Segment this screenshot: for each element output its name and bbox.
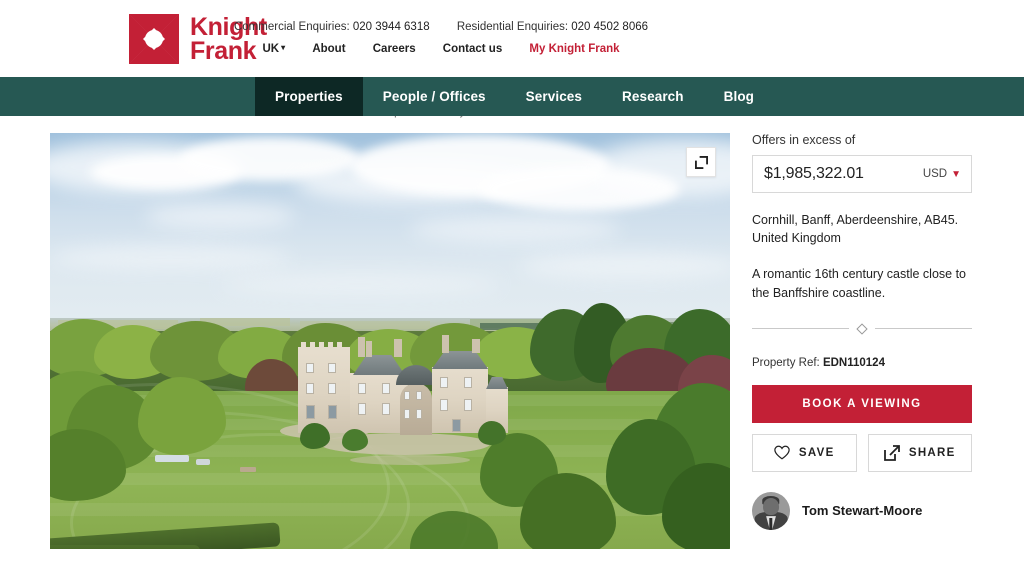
listing-agent[interactable]: Tom Stewart-Moore xyxy=(752,491,972,530)
share-button[interactable]: SHARE xyxy=(867,433,972,472)
chevron-down-icon: ▾ xyxy=(281,43,286,52)
property-gallery[interactable] xyxy=(50,133,730,549)
external-link-icon xyxy=(883,444,900,461)
nav-item-services[interactable]: Services xyxy=(506,77,602,116)
chevron-down-icon: ▼ xyxy=(951,168,961,180)
divider-line-left xyxy=(752,328,849,330)
avatar-tie xyxy=(769,517,773,530)
property-description: A romantic 16th century castle close to … xyxy=(752,267,966,300)
property-ref-value: EDN110124 xyxy=(822,356,885,369)
expand-gallery-button[interactable] xyxy=(686,147,716,177)
property-ref-label: Property Ref: xyxy=(752,356,820,369)
address-line-1: Cornhill, Banff, Aberdeenshire, AB45. xyxy=(752,213,959,227)
currency-selector[interactable]: USD ▼ xyxy=(923,168,961,180)
avatar-head xyxy=(763,497,779,515)
diamond-icon xyxy=(856,323,868,335)
nav-item-properties[interactable]: Properties xyxy=(255,77,363,116)
property-hero-photo xyxy=(50,133,730,549)
contact-enquiries-row: Commercial Enquiries: 020 3944 6318 Resi… xyxy=(0,21,1024,33)
commercial-enquiries: Commercial Enquiries: 020 3944 6318 xyxy=(234,21,430,33)
photo-castle xyxy=(296,329,508,441)
nav-item-research[interactable]: Research xyxy=(602,77,704,116)
save-label: SAVE xyxy=(798,446,835,459)
utility-link-region[interactable]: UK ▾ xyxy=(262,43,285,55)
residential-enquiries-number[interactable]: 020 4502 8066 xyxy=(571,21,648,33)
divider-line-right xyxy=(875,328,972,330)
commercial-enquiries-number[interactable]: 020 3944 6318 xyxy=(353,21,430,33)
agent-name: Tom Stewart-Moore xyxy=(802,503,923,519)
agent-avatar xyxy=(752,491,790,530)
currency-label: USD xyxy=(922,168,948,180)
breadcrumb-item-scotland[interactable]: Scotland xyxy=(484,116,527,118)
price-value: $1,985,322.01 xyxy=(764,165,864,182)
save-button[interactable]: SAVE xyxy=(752,433,857,472)
top-bar: Knight Frank Commercial Enquiries: 020 3… xyxy=(0,0,1024,77)
heart-icon xyxy=(774,445,790,460)
property-address: Cornhill, Banff, Aberdeenshire, AB45. Un… xyxy=(752,211,972,247)
utility-link-about[interactable]: About xyxy=(312,43,345,55)
breadcrumb: Properties Buy Scotland xyxy=(0,116,1024,121)
page-content: Offers in excess of $1,985,322.01 USD ▼ … xyxy=(0,121,1024,567)
share-label: SHARE xyxy=(908,446,956,459)
commercial-enquiries-label: Commercial Enquiries: xyxy=(233,21,350,33)
nav-item-people-offices[interactable]: People / Offices xyxy=(363,77,506,116)
main-navigation: Properties People / Offices Services Res… xyxy=(0,77,1024,116)
secondary-actions: SAVE SHARE xyxy=(752,433,972,472)
residential-enquiries: Residential Enquiries: 020 4502 8066 xyxy=(457,21,648,33)
expand-icon xyxy=(694,155,708,169)
nav-item-blog[interactable]: Blog xyxy=(704,77,774,116)
breadcrumb-item-properties[interactable]: Properties xyxy=(377,116,427,118)
utility-link-contact-us[interactable]: Contact us xyxy=(443,43,502,55)
utility-link-region-label: UK xyxy=(262,43,280,55)
address-line-2: United Kingdom xyxy=(752,231,841,246)
section-divider xyxy=(752,323,972,335)
breadcrumb-item-buy[interactable]: Buy xyxy=(446,116,465,118)
utility-nav: UK ▾ About Careers Contact us My Knight F… xyxy=(0,43,1024,55)
utility-link-careers[interactable]: Careers xyxy=(373,43,416,55)
residential-enquiries-label: Residential Enquiries: xyxy=(456,21,569,33)
price-box: $1,985,322.01 USD ▼ xyxy=(752,155,972,193)
price-label: Offers in excess of xyxy=(752,133,856,147)
utility-link-my-knight-frank[interactable]: My Knight Frank xyxy=(529,43,619,55)
property-reference: Property Ref: EDN110124 xyxy=(752,357,972,369)
listing-sidebar: Offers in excess of $1,985,322.01 USD ▼ … xyxy=(752,133,972,567)
book-a-viewing-button[interactable]: BOOK A VIEWING xyxy=(752,384,972,423)
